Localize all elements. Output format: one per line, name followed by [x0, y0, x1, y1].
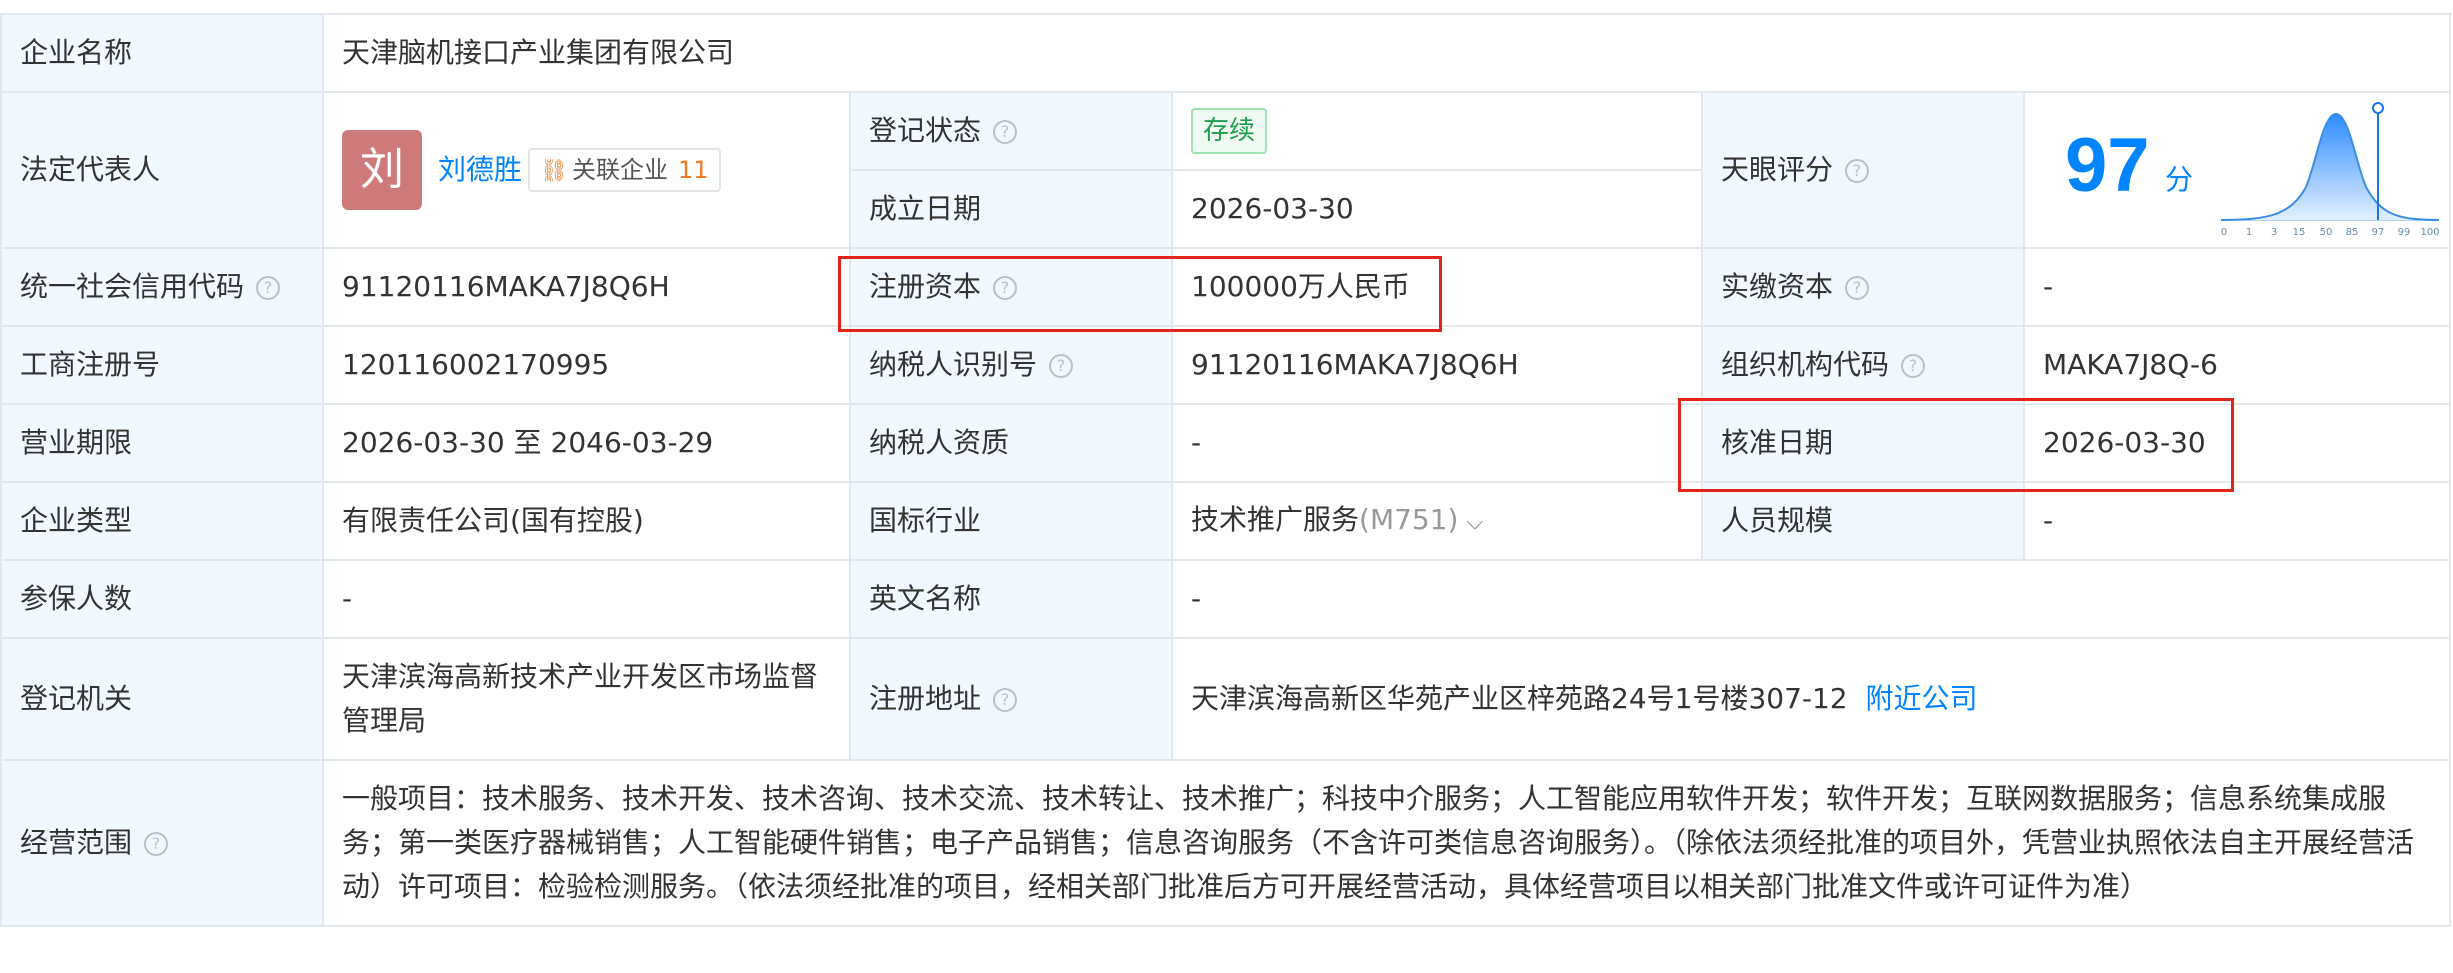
- paid-capital-value: -: [2022, 247, 2452, 327]
- company-name-label: 企业名称: [0, 13, 324, 93]
- taxpayer-qual-value: -: [1171, 403, 1703, 483]
- row-biz-scope: 经营范围? 一般项目：技术服务、技术开发、技术咨询、技术交流、技术转让、技术推广…: [0, 759, 2452, 927]
- row-biz-term: 营业期限 2026-03-30 至 2046-03-29 纳税人资质 - 核准日…: [0, 403, 2452, 483]
- chevron-down-icon[interactable]: ⌵: [1466, 501, 1483, 545]
- reg-address-label: 注册地址: [869, 682, 982, 715]
- org-code-label-cell: 组织机构代码?: [1701, 325, 2025, 405]
- related-companies-label: 关联企业: [571, 156, 668, 184]
- staff-size-value: -: [2022, 481, 2452, 561]
- reg-address-label-cell: 注册地址?: [849, 637, 1173, 761]
- paid-capital-label-cell: 实缴资本?: [1701, 247, 2025, 327]
- tick-label: 1: [2246, 227, 2252, 238]
- row-legal-rep: 法定代表人 刘刘德胜 ⛓关联企业 11 登记状态? 存续 天眼评分? 97 分: [0, 91, 2452, 249]
- help-icon[interactable]: ?: [144, 832, 169, 856]
- row-reg-authority: 登记机关 天津滨海高新技术产业开发区市场监督管理局 注册地址? 天津滨海高新区华…: [0, 637, 2452, 761]
- company-type-value: 有限责任公司(国有控股): [322, 481, 851, 561]
- credit-code-label-cell: 统一社会信用代码?: [0, 247, 324, 327]
- reg-authority-label: 登记机关: [0, 637, 324, 761]
- help-icon[interactable]: ?: [993, 120, 1018, 144]
- taxpayer-qual-label: 纳税人资质: [849, 403, 1173, 483]
- avatar[interactable]: 刘: [342, 130, 422, 210]
- biz-scope-value: 一般项目：技术服务、技术开发、技术咨询、技术交流、技术转让、技术推广；科技中介服…: [321, 759, 2452, 927]
- legal-rep-label: 法定代表人: [0, 91, 324, 249]
- insured-label: 参保人数: [0, 559, 324, 639]
- industry-code: (M751): [1359, 502, 1459, 536]
- tick-label: 15: [2293, 227, 2306, 238]
- reg-address-cell: 天津滨海高新区华苑产业区梓苑路24号1号楼307-12 附近公司: [1170, 637, 2452, 761]
- row-credit-code: 统一社会信用代码? 91120116MAKA7J8Q6H 注册资本? 10000…: [0, 247, 2452, 327]
- org-code-label: 组织机构代码: [1721, 348, 1890, 381]
- reg-status-cell: 存续: [1171, 91, 1703, 171]
- related-companies-count: 11: [677, 156, 709, 184]
- reg-authority-value: 天津滨海高新技术产业开发区市场监督管理局: [322, 637, 851, 761]
- biz-scope-label: 经营范围: [20, 826, 133, 859]
- help-icon[interactable]: ?: [993, 688, 1018, 712]
- staff-size-label: 人员规模: [1701, 481, 2025, 561]
- taxpayer-id-label-cell: 纳税人识别号?: [849, 325, 1173, 405]
- reg-address-value: 天津滨海高新区华苑产业区梓苑路24号1号楼307-12: [1191, 682, 1848, 715]
- tick-label: 0: [2221, 227, 2227, 238]
- english-name-label: 英文名称: [849, 559, 1173, 639]
- tick-label: 100: [2420, 227, 2439, 238]
- company-type-label: 企业类型: [0, 481, 324, 561]
- tick-label: 50: [2320, 227, 2333, 238]
- reg-capital-label: 注册资本: [869, 270, 982, 303]
- industry-value: 技术推广服务: [1191, 502, 1360, 536]
- help-icon[interactable]: ?: [1901, 354, 1926, 378]
- tianyan-score-label: 天眼评分: [1721, 153, 1834, 186]
- row-insured: 参保人数 - 英文名称 -: [0, 559, 2452, 639]
- company-info-table: 企业名称 天津脑机接口产业集团有限公司 法定代表人 刘刘德胜 ⛓ 关联企业 11 登记…: [0, 13, 2452, 927]
- tianyan-score-unit: 分: [2165, 163, 2194, 196]
- biz-term-label: 营业期限: [0, 403, 324, 483]
- tick-label: 99: [2398, 227, 2411, 238]
- reg-status-label: 登记状态: [869, 114, 982, 147]
- biz-reg-no-value: 120116002170995: [322, 325, 851, 405]
- approve-date-value: 2026-03-30: [2022, 403, 2452, 483]
- biz-scope-label-cell: 经营范围?: [0, 759, 324, 927]
- reg-status-label-cell: 登记状态?: [849, 91, 1173, 171]
- row-company-type: 企业类型 有限责任公司(国有控股) 国标行业 技术推广服务(M751) ⌵ 人员规…: [0, 481, 2452, 561]
- reg-capital-value: 100000万人民币: [1171, 247, 1703, 327]
- founded-label: 成立日期: [849, 169, 1173, 249]
- tick-label: 97: [2372, 227, 2385, 238]
- reg-capital-label-cell: 注册资本?: [849, 247, 1173, 327]
- approve-date-label: 核准日期: [1701, 403, 2025, 483]
- biz-term-value: 2026-03-30 至 2046-03-29: [322, 403, 851, 483]
- paid-capital-label: 实缴资本: [1721, 270, 1834, 303]
- company-name-value: 天津脑机接口产业集团有限公司: [321, 13, 2452, 93]
- status-badge: 存续: [1191, 108, 1268, 154]
- org-code-value: MAKA7J8Q-6: [2022, 325, 2452, 405]
- relation-icon: ⛓: [540, 159, 568, 184]
- founded-value: 2026-03-30: [1171, 169, 1703, 249]
- score-marker-dot: [2372, 102, 2384, 114]
- legal-rep-cell: 刘刘德胜 ⛓ 关联企业 11: [322, 91, 851, 249]
- taxpayer-id-value: 91120116MAKA7J8Q6H: [1171, 325, 1703, 405]
- help-icon[interactable]: ?: [993, 276, 1018, 300]
- row-biz-reg-no: 工商注册号 120116002170995 纳税人识别号? 91120116MA…: [0, 325, 2452, 405]
- nearby-companies-link[interactable]: 附近公司: [1865, 682, 1977, 715]
- help-icon[interactable]: ?: [256, 276, 281, 300]
- tick-label: 85: [2346, 227, 2359, 238]
- help-icon[interactable]: ?: [1845, 159, 1870, 183]
- score-distribution-chart: 0 1 3 15 50 85 97 99 100: [2221, 102, 2440, 238]
- insured-value: -: [322, 559, 851, 639]
- english-name-value: -: [1170, 559, 2452, 639]
- tianyan-score-cell[interactable]: 97 分 0 1 3 15 50 85 97 99 100: [2022, 91, 2452, 249]
- industry-label: 国标行业: [849, 481, 1173, 561]
- bell-curve-fill: [2221, 114, 2439, 220]
- tianyan-score-value: 97: [2065, 123, 2150, 208]
- company-info-panel: 企业名称 天津脑机接口产业集团有限公司 法定代表人 刘刘德胜 ⛓ 关联企业 11 登记…: [0, 0, 2453, 973]
- biz-reg-no-label: 工商注册号: [0, 325, 324, 405]
- related-companies-button[interactable]: ⛓ 关联企业 11: [528, 148, 721, 192]
- row-company-name: 企业名称 天津脑机接口产业集团有限公司: [0, 13, 2452, 93]
- credit-code-value: 91120116MAKA7J8Q6H: [322, 247, 851, 327]
- tianyan-score-label-cell: 天眼评分?: [1701, 91, 2025, 249]
- help-icon[interactable]: ?: [1049, 354, 1074, 378]
- credit-code-label: 统一社会信用代码: [20, 270, 245, 303]
- industry-cell[interactable]: 技术推广服务(M751) ⌵: [1171, 481, 1703, 561]
- taxpayer-id-label: 纳税人识别号: [869, 348, 1038, 381]
- legal-rep-name-link[interactable]: 刘德胜: [438, 148, 522, 192]
- help-icon[interactable]: ?: [1845, 276, 1870, 300]
- tick-label: 3: [2271, 227, 2277, 238]
